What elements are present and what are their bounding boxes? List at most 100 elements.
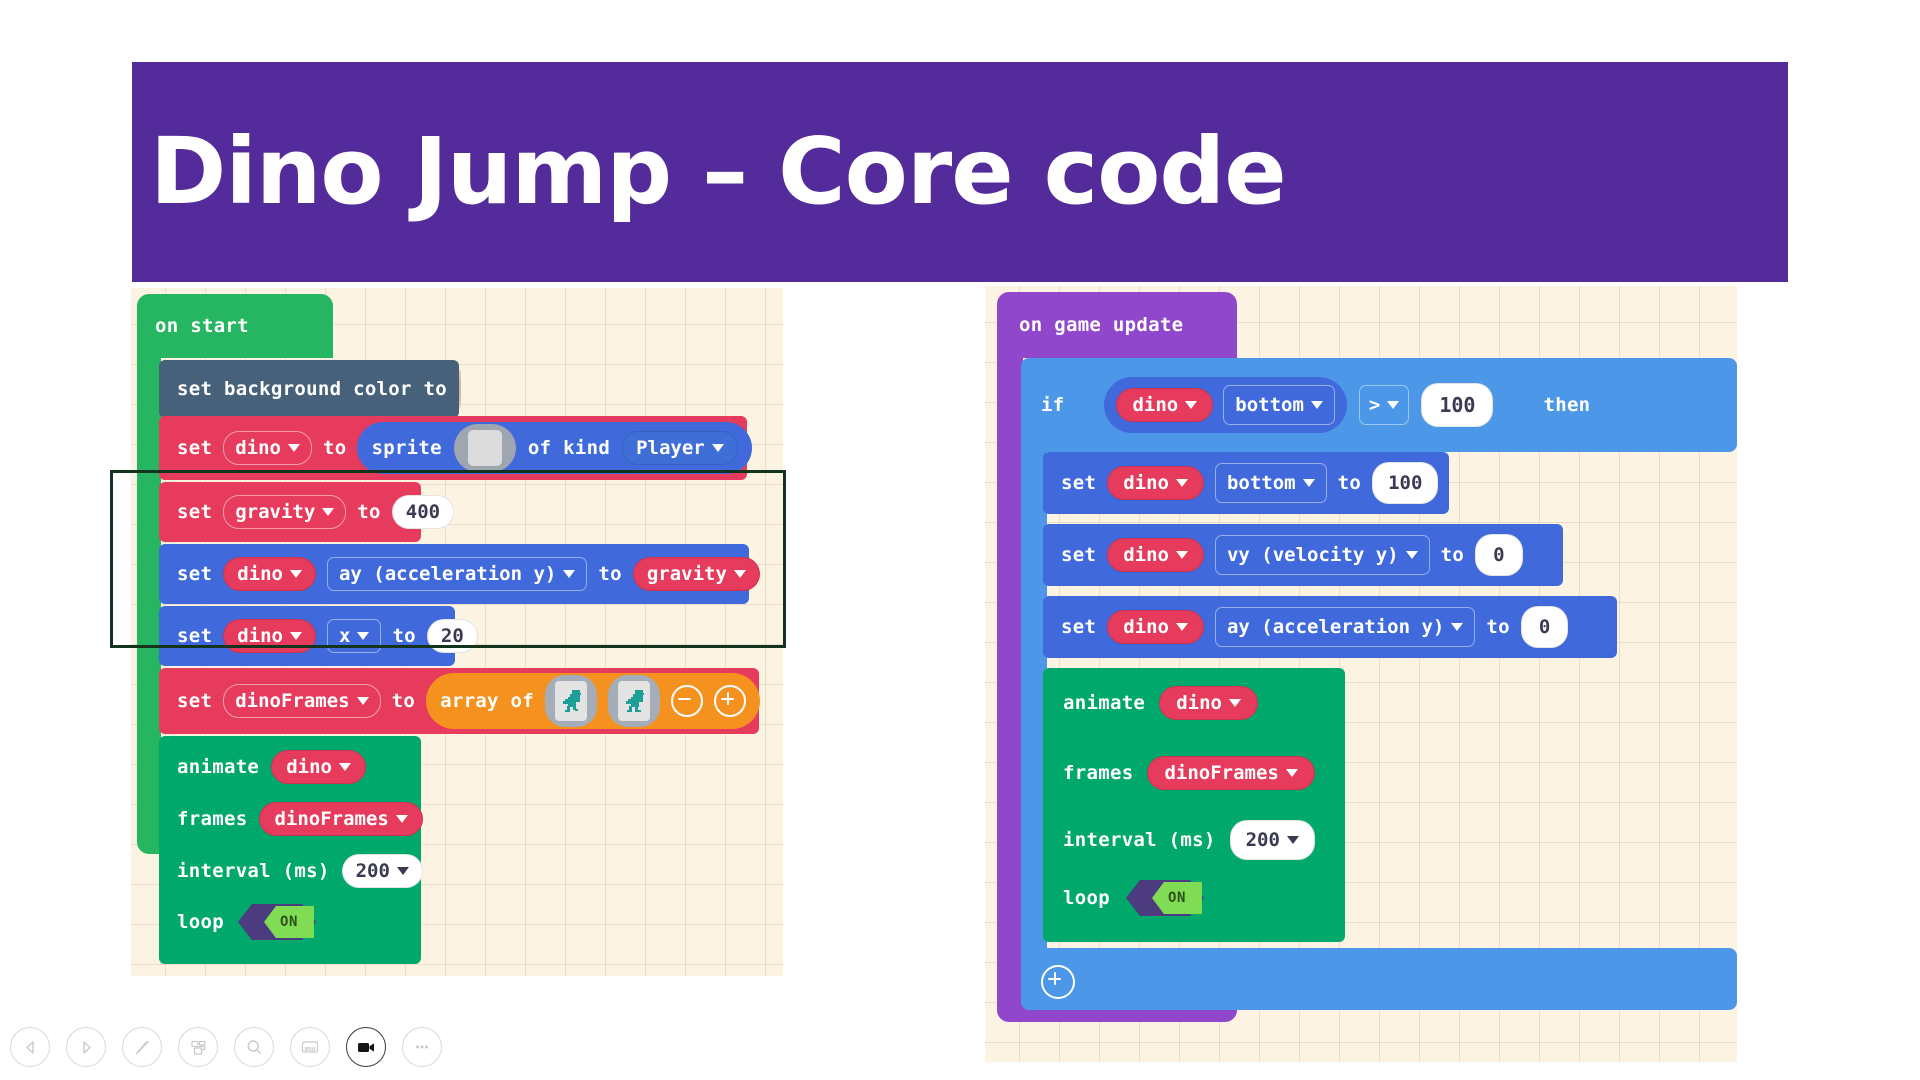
- pen-icon[interactable]: [122, 1027, 162, 1067]
- dino-frame-2[interactable]: [608, 675, 661, 727]
- animate-target-dropdown[interactable]: dino: [271, 750, 366, 784]
- to-label: to: [1337, 472, 1362, 494]
- more-options-icon[interactable]: [402, 1027, 442, 1067]
- dino-sprite-icon: [563, 690, 582, 712]
- chevron-down-icon: [289, 632, 302, 640]
- captions-icon[interactable]: [290, 1027, 330, 1067]
- slide: Dino Jump – Core code on start set backg…: [0, 0, 1920, 1080]
- gravity-value-input[interactable]: 400: [391, 495, 455, 529]
- remove-frame-button[interactable]: [671, 685, 704, 717]
- interval-row[interactable]: interval (ms) 200: [1063, 820, 1315, 860]
- video-camera-icon[interactable]: [346, 1027, 386, 1067]
- set-dino-ay-block[interactable]: set dino ay (acceleration y) to gravity: [159, 544, 760, 604]
- if-add-branch-button[interactable]: [1041, 965, 1075, 999]
- zoom-icon[interactable]: [234, 1027, 274, 1067]
- loop-row[interactable]: loop ON: [1063, 880, 1204, 916]
- variable-dropdown-dino[interactable]: dino: [223, 619, 316, 653]
- variable-dropdown-dino[interactable]: dino: [1107, 538, 1204, 572]
- value-dropdown-gravity[interactable]: gravity: [632, 557, 760, 591]
- property-dropdown-ay[interactable]: ay (acceleration y): [326, 557, 588, 591]
- property-dropdown-ay[interactable]: ay (acceleration y): [1214, 607, 1476, 647]
- frames-row[interactable]: frames dinoFrames: [177, 802, 423, 836]
- frames-value-dropdown[interactable]: dinoFrames: [259, 802, 423, 836]
- array-of-label: array of: [440, 690, 535, 712]
- frames-value-dropdown[interactable]: dinoFrames: [1147, 756, 1315, 790]
- animate-block-right[interactable]: animate dino frames dinoFrames interval …: [1043, 668, 1345, 942]
- ay-value-input[interactable]: 0: [1520, 606, 1569, 648]
- interval-row[interactable]: interval (ms) 200: [177, 854, 423, 888]
- chevron-down-icon: [1387, 401, 1400, 409]
- variable-dropdown-label: dino: [237, 624, 283, 647]
- sprite-of-kind-reporter[interactable]: sprite of kind Player: [357, 422, 752, 474]
- variable-dropdown-dino[interactable]: dino: [223, 557, 316, 591]
- animate-target-label: dino: [1176, 691, 1222, 714]
- if-condition-hex[interactable]: dino bottom > 100: [1078, 372, 1520, 438]
- variable-dropdown-dinoframes[interactable]: dinoFrames: [223, 684, 381, 718]
- property-dropdown-vy[interactable]: vy (velocity y): [1214, 535, 1430, 575]
- animate-block-left[interactable]: animate dino frames dinoFrames interval …: [159, 736, 423, 964]
- set-dino-vy-block[interactable]: set dino vy (velocity y) to 0: [1043, 524, 1563, 586]
- animate-row[interactable]: animate dino: [177, 750, 366, 784]
- loop-toggle[interactable]: ON: [1125, 880, 1204, 916]
- chevron-down-icon: [1285, 769, 1298, 777]
- x-value-input[interactable]: 20: [426, 619, 478, 653]
- chevron-down-icon: [1310, 401, 1323, 409]
- variable-dropdown-dino[interactable]: dino: [1116, 388, 1214, 422]
- frames-row[interactable]: frames dinoFrames: [1063, 756, 1315, 790]
- property-dropdown-bottom[interactable]: bottom: [1214, 463, 1327, 503]
- chevron-down-icon: [338, 763, 351, 771]
- interval-value-dropdown[interactable]: 200: [1229, 820, 1315, 860]
- set-background-color-block[interactable]: set background color to: [159, 360, 461, 418]
- slide-grid-icon[interactable]: [178, 1027, 218, 1067]
- frames-label: frames: [177, 808, 248, 830]
- on-start-label: on start: [155, 315, 249, 337]
- set-gravity-block[interactable]: set gravity to 400: [159, 482, 455, 542]
- set-dino-ay-block[interactable]: set dino ay (acceleration y) to 0: [1043, 596, 1617, 658]
- previous-slide-icon[interactable]: [10, 1027, 50, 1067]
- loop-label: loop: [1063, 887, 1110, 909]
- sprite-image-picker[interactable]: [453, 424, 516, 472]
- variable-dropdown-gravity[interactable]: gravity: [223, 495, 347, 529]
- interval-value-label: 200: [1245, 828, 1280, 851]
- variable-dropdown-dino[interactable]: dino: [223, 431, 312, 465]
- animate-row[interactable]: animate dino: [1063, 686, 1258, 720]
- presentation-toolbar: [0, 1014, 530, 1080]
- variable-dropdown-label: dino: [237, 562, 283, 585]
- on-start-event-block[interactable]: on start: [137, 294, 333, 358]
- dino-frame-1[interactable]: [545, 675, 598, 727]
- chevron-down-icon: [1286, 836, 1299, 844]
- if-block-footer[interactable]: [1021, 948, 1737, 1010]
- variable-dropdown-dino[interactable]: dino: [1107, 466, 1204, 500]
- kind-dropdown[interactable]: Player: [622, 431, 738, 465]
- set-dino-bottom-block[interactable]: set dino bottom to 100: [1043, 452, 1449, 514]
- loop-toggle[interactable]: ON: [237, 904, 316, 940]
- value-dropdown-label: gravity: [646, 562, 727, 585]
- dino-sprite-icon: [626, 690, 645, 712]
- code-canvas-left[interactable]: on start set background color to set din…: [131, 288, 783, 976]
- code-canvas-right[interactable]: on game update if dino bottom > 100 then…: [985, 286, 1737, 1062]
- compare-value-input[interactable]: 100: [1421, 383, 1494, 427]
- chevron-down-icon: [356, 697, 369, 705]
- next-slide-icon[interactable]: [66, 1027, 106, 1067]
- chevron-down-icon: [1302, 479, 1315, 487]
- array-of-reporter[interactable]: array of: [426, 673, 761, 729]
- variable-dropdown-dino[interactable]: dino: [1107, 610, 1204, 644]
- comparison-reporter[interactable]: dino bottom: [1104, 377, 1347, 433]
- set-dino-sprite-block[interactable]: set dino to sprite of kind Player: [159, 416, 752, 480]
- bottom-value-input[interactable]: 100: [1372, 462, 1439, 504]
- loop-row[interactable]: loop ON: [177, 904, 316, 940]
- vy-value-input[interactable]: 0: [1475, 534, 1523, 576]
- operator-dropdown[interactable]: >: [1358, 385, 1410, 425]
- property-dropdown-bottom[interactable]: bottom: [1223, 385, 1335, 425]
- on-game-update-label: on game update: [1019, 314, 1184, 336]
- interval-value-dropdown[interactable]: 200: [341, 854, 423, 888]
- background-color-swatch[interactable]: [459, 369, 461, 409]
- animate-target-dropdown[interactable]: dino: [1159, 686, 1258, 720]
- on-game-update-event-block[interactable]: on game update: [997, 292, 1237, 358]
- property-dropdown-x[interactable]: x: [326, 619, 382, 653]
- kind-dropdown-label: Player: [636, 436, 705, 459]
- add-frame-button[interactable]: [714, 685, 747, 717]
- set-label: set: [177, 437, 213, 459]
- set-dinoframes-block[interactable]: set dinoFrames to array of: [159, 668, 761, 734]
- set-dino-x-block[interactable]: set dino x to 20: [159, 606, 478, 666]
